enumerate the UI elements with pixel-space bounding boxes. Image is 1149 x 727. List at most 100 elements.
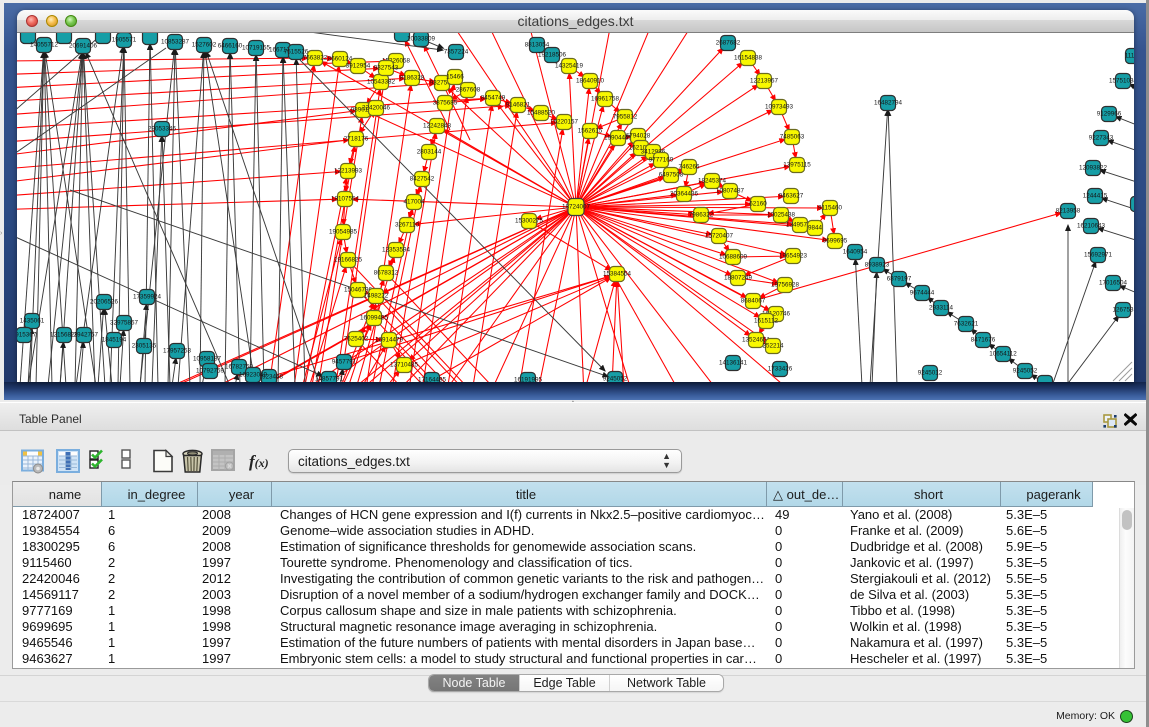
svg-text:7663822: 7663822 [303,55,328,62]
svg-text:8454749: 8454749 [481,95,506,102]
svg-text:17164485: 17164485 [418,377,447,383]
svg-text:9457791: 9457791 [332,359,357,366]
svg-text:11127: 11127 [1125,53,1134,60]
svg-text:18640910: 18640910 [576,78,605,85]
svg-text:18807249: 18807249 [724,275,753,282]
svg-text:62160: 62160 [749,201,767,208]
svg-text:7632621: 7632621 [954,321,979,328]
svg-text:12242848: 12242848 [423,123,452,130]
svg-text:7955812: 7955812 [613,114,638,121]
svg-text:9674444: 9674444 [910,290,935,297]
svg-text:18724007: 18724007 [562,204,591,211]
svg-text:7357224: 7357224 [444,49,469,56]
svg-text:10654112: 10654112 [989,351,1017,358]
svg-text:7485063: 7485063 [780,134,805,141]
svg-text:10719155: 10719155 [242,45,271,52]
svg-text:20691406: 20691406 [69,43,98,50]
svg-text:16210643: 16210643 [1077,223,1106,230]
svg-text:2687682: 2687682 [716,40,741,47]
svg-text:2933114: 2933114 [929,305,954,312]
svg-text:19054985: 19054985 [329,229,358,236]
svg-text:10958187: 10958187 [193,356,222,363]
svg-text:16099485: 16099485 [360,315,389,322]
svg-text:12213993: 12213993 [334,168,363,175]
svg-text:2867608: 2867608 [456,87,481,94]
svg-text:16961758: 16961758 [591,96,620,103]
svg-text:6794028: 6794028 [626,133,651,140]
svg-text:10792759: 10792759 [196,368,225,375]
svg-text:6466160: 6466160 [218,43,243,50]
svg-text:19654923: 19654923 [779,253,808,260]
svg-text:15720407: 15720407 [705,233,734,240]
svg-text:14055712: 14055712 [30,42,59,49]
svg-text:8213958: 8213958 [1056,208,1081,215]
svg-text:19218506: 19218506 [538,52,567,59]
svg-text:10688609: 10688609 [719,254,748,261]
svg-text:9129966: 9129966 [1097,111,1122,118]
svg-text:3875685: 3875685 [433,100,458,107]
svg-text:19166825: 19166825 [334,257,363,264]
svg-text:16191995: 16191995 [514,377,543,383]
svg-text:6879197: 6879197 [887,276,912,283]
svg-text:12353594: 12353594 [382,247,411,254]
svg-text:15384554: 15384554 [603,271,632,278]
svg-text:8427542: 8427542 [410,176,435,183]
svg-text:10543382: 10543382 [367,79,396,86]
svg-text:10973493: 10973493 [765,104,794,111]
svg-text:17016504: 17016504 [1099,280,1128,287]
svg-text:9146821: 9146821 [506,102,531,109]
svg-text:2305135: 2305135 [132,343,157,350]
svg-text:1244415: 1244415 [1083,193,1108,200]
svg-text:417004: 417004 [403,199,425,206]
svg-text:15692971: 15692971 [1084,252,1113,259]
svg-text:16220157: 16220157 [550,119,579,126]
svg-text:14325419: 14325419 [555,63,584,70]
svg-text:22420046: 22420046 [362,105,391,112]
svg-text:13710485: 13710485 [390,362,419,369]
svg-text:3915367: 3915367 [17,332,37,339]
svg-text:15466: 15466 [446,74,464,81]
svg-text:9699695: 9699695 [823,238,848,245]
svg-text:8471676: 8471676 [971,337,996,344]
svg-text:16154838: 16154838 [734,55,763,62]
svg-text:14136141: 14136141 [719,360,748,367]
svg-text:7986322: 7986322 [689,212,714,219]
svg-text:10923049: 10923049 [239,372,268,379]
svg-text:10853287: 10853287 [161,39,190,46]
svg-text:8186328: 8186328 [400,75,425,82]
svg-text:16914479: 16914479 [375,337,404,344]
svg-text:19756928: 19756928 [771,282,800,289]
svg-text:12213967: 12213967 [750,78,779,85]
svg-text:7625402: 7625402 [344,336,369,343]
svg-text:20206526: 20206526 [90,299,119,306]
svg-text:9245012: 9245012 [918,370,943,377]
svg-text:18107554: 18107554 [331,196,360,203]
svg-text:9227343: 9227343 [1089,135,1114,142]
svg-text:1845194: 1845194 [102,337,127,344]
svg-text:17359924: 17359924 [133,294,162,301]
svg-text:9115460: 9115460 [818,205,843,212]
svg-text:1905571: 1905571 [112,37,137,44]
svg-text:15751034: 15751034 [1109,78,1134,85]
svg-text:8684067: 8684067 [741,298,766,305]
svg-text:1640954: 1640954 [843,249,868,256]
svg-text:9844: 9844 [808,225,823,232]
svg-text:12093822: 12093822 [1079,165,1108,172]
svg-text:10033809: 10033809 [407,36,436,43]
svg-text:1498222: 1498222 [364,293,389,300]
svg-text:3912954: 3912954 [346,63,371,70]
svg-text:2803144: 2803144 [417,149,442,156]
svg-text:13975115: 13975115 [783,162,811,169]
svg-text:2718176: 2718176 [344,136,369,143]
svg-text:1615112: 1615112 [754,318,779,325]
svg-text:12942757: 12942757 [70,332,99,339]
svg-text:10025438: 10025438 [767,212,796,219]
svg-text:9777169: 9777169 [649,157,674,164]
svg-text:126753: 126753 [1112,307,1134,314]
svg-text:746266: 746266 [678,164,700,171]
svg-text:9327543: 9327543 [374,65,399,72]
svg-text:18245374: 18245374 [698,178,727,185]
svg-text:8660124: 8660124 [328,56,353,63]
svg-text:8813054: 8813054 [525,42,550,49]
svg-text:3267110: 3267110 [395,222,420,229]
